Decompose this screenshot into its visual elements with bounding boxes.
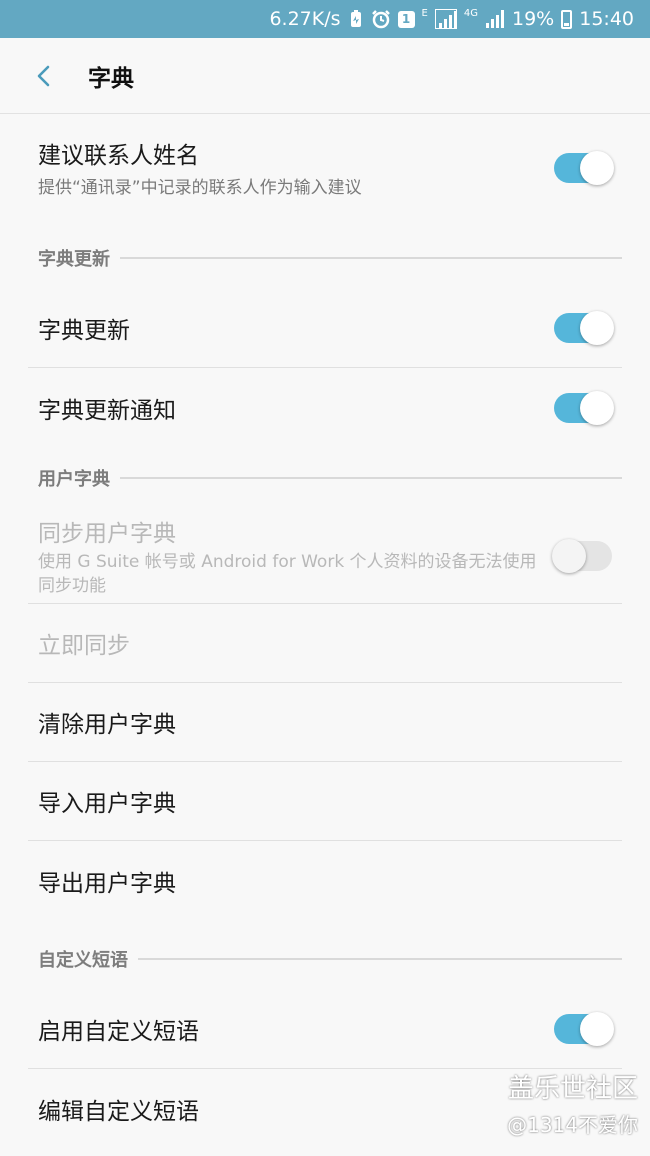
switch-knob bbox=[580, 310, 614, 345]
signal-strength-icon-2 bbox=[485, 10, 505, 28]
switch-knob bbox=[580, 391, 614, 425]
sync-user-dictionary-switch[interactable] bbox=[552, 538, 612, 573]
watermark: 盖乐世社区 @1314不爱你 bbox=[507, 1068, 638, 1138]
status-bar: 6.27K/s 1 E 4G 19% 15:40 bbox=[0, 0, 650, 38]
dictionary-update-notify-title: 字典更新通知 bbox=[38, 398, 176, 424]
section-header-custom-phrases: 自定义短语 bbox=[38, 929, 622, 989]
sync-user-dictionary-row[interactable]: 同步用户字典 使用 G Suite 帐号或 Android for Work 个… bbox=[28, 508, 622, 604]
section-header-user-dictionary: 用户字典 bbox=[38, 448, 622, 508]
battery-saver-icon bbox=[348, 10, 364, 28]
clear-user-dictionary-title: 清除用户字典 bbox=[38, 712, 176, 738]
page-title: 字典 bbox=[88, 65, 134, 92]
settings-list: 建议联系人姓名 提供“通讯录”中记录的联系人作为输入建议 字典更新 字典更新 字… bbox=[0, 114, 650, 1149]
clock: 15:40 bbox=[579, 8, 634, 30]
network-e-label: E bbox=[421, 8, 428, 19]
suggest-contacts-switch[interactable] bbox=[554, 151, 614, 185]
clear-user-dictionary-row[interactable]: 清除用户字典 bbox=[28, 683, 622, 762]
notification-badge-icon: 1 bbox=[397, 10, 415, 28]
section-label: 字典更新 bbox=[38, 249, 110, 270]
dictionary-update-switch[interactable] bbox=[554, 310, 614, 345]
signal-strength-icon bbox=[434, 9, 457, 29]
suggest-contacts-row[interactable]: 建议联系人姓名 提供“通讯录”中记录的联系人作为输入建议 bbox=[28, 114, 622, 222]
network-speed: 6.27K/s bbox=[269, 8, 341, 30]
export-user-dictionary-title: 导出用户字典 bbox=[38, 871, 176, 897]
chevron-left-icon bbox=[37, 65, 50, 86]
watermark-main: 盖乐世社区 bbox=[507, 1074, 638, 1104]
sync-user-dictionary-title: 同步用户字典 bbox=[38, 520, 176, 547]
import-user-dictionary-row[interactable]: 导入用户字典 bbox=[28, 762, 622, 841]
enable-custom-phrases-row[interactable]: 启用自定义短语 bbox=[28, 989, 622, 1069]
dictionary-update-title: 字典更新 bbox=[38, 317, 130, 344]
switch-knob bbox=[580, 1011, 614, 1046]
enable-custom-phrases-switch[interactable] bbox=[554, 1011, 614, 1046]
sync-now-row[interactable]: 立即同步 bbox=[28, 604, 622, 683]
back-button[interactable] bbox=[0, 38, 88, 114]
edit-custom-phrases-title: 编辑自定义短语 bbox=[38, 1099, 199, 1125]
app-bar: 字典 bbox=[0, 38, 650, 114]
dictionary-update-notify-row[interactable]: 字典更新通知 bbox=[28, 368, 622, 448]
watermark-sub: @1314不爱你 bbox=[507, 1113, 638, 1137]
alarm-icon bbox=[371, 9, 391, 29]
suggest-contacts-subtitle: 提供“通讯录”中记录的联系人作为输入建议 bbox=[38, 178, 362, 198]
suggest-contacts-title: 建议联系人姓名 bbox=[38, 143, 199, 169]
sync-now-title: 立即同步 bbox=[38, 633, 130, 659]
sync-user-dictionary-subtitle: 使用 G Suite 帐号或 Android for Work 个人资料的设备无… bbox=[38, 551, 537, 596]
section-divider bbox=[138, 958, 622, 960]
section-divider bbox=[120, 257, 622, 259]
network-4g-label: 4G bbox=[463, 8, 478, 19]
battery-percent: 19% bbox=[512, 8, 555, 30]
section-label: 自定义短语 bbox=[38, 950, 128, 971]
battery-icon bbox=[561, 9, 573, 29]
import-user-dictionary-title: 导入用户字典 bbox=[38, 791, 176, 817]
enable-custom-phrases-title: 启用自定义短语 bbox=[38, 1018, 199, 1045]
section-header-dictionary-update: 字典更新 bbox=[38, 228, 622, 288]
section-label: 用户字典 bbox=[38, 469, 110, 490]
export-user-dictionary-row[interactable]: 导出用户字典 bbox=[28, 841, 622, 921]
switch-knob bbox=[580, 151, 614, 185]
dictionary-update-row[interactable]: 字典更新 bbox=[28, 288, 622, 368]
switch-knob bbox=[552, 538, 586, 573]
section-divider bbox=[120, 477, 622, 479]
dictionary-update-notify-switch[interactable] bbox=[554, 391, 614, 425]
